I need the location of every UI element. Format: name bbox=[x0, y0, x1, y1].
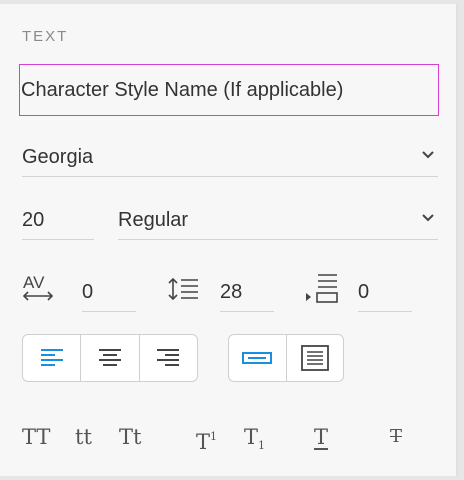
lowercase-button[interactable]: tt bbox=[75, 422, 92, 452]
font-weight-dropdown[interactable]: Regular bbox=[118, 205, 438, 240]
font-family-dropdown[interactable]: Georgia bbox=[22, 142, 438, 177]
text-align-control bbox=[22, 334, 198, 382]
chevron-down-icon bbox=[422, 214, 434, 222]
auto-width-icon bbox=[242, 352, 273, 364]
subscript-base: T bbox=[244, 425, 259, 449]
superscript-mark: 1 bbox=[210, 430, 218, 443]
font-weight-value: Regular bbox=[118, 209, 189, 231]
underline-button[interactable]: T bbox=[314, 422, 328, 452]
svg-text:AV: AV bbox=[23, 274, 45, 292]
text-properties-panel: TEXT Character Style Name (If applicable… bbox=[0, 4, 458, 476]
superscript-base: T bbox=[196, 430, 211, 454]
line-height-field[interactable]: 28 bbox=[220, 274, 274, 312]
superscript-button[interactable]: T1 bbox=[196, 422, 218, 454]
fixed-size-icon bbox=[300, 345, 329, 371]
font-size-value: 20 bbox=[22, 209, 45, 231]
paragraph-spacing-value: 0 bbox=[358, 281, 370, 303]
letter-spacing-icon: AV bbox=[22, 274, 54, 301]
line-height-icon bbox=[168, 277, 198, 301]
align-center-button[interactable] bbox=[81, 335, 140, 381]
titlecase-button[interactable]: Tt bbox=[119, 422, 141, 452]
align-center-icon bbox=[98, 349, 121, 366]
letter-spacing-value: 0 bbox=[82, 281, 94, 303]
subscript-button[interactable]: T1 bbox=[244, 422, 265, 452]
font-family-value: Georgia bbox=[22, 146, 94, 168]
align-right-icon bbox=[157, 349, 180, 366]
line-height-value: 28 bbox=[220, 281, 243, 303]
align-right-button[interactable] bbox=[140, 335, 197, 381]
font-size-field[interactable]: 20 bbox=[22, 205, 94, 240]
align-left-icon bbox=[40, 349, 63, 366]
strikethrough-button[interactable]: T bbox=[390, 422, 402, 452]
paragraph-spacing-icon bbox=[306, 274, 338, 303]
subscript-mark: 1 bbox=[258, 439, 266, 452]
uppercase-button[interactable]: TT bbox=[22, 422, 50, 452]
auto-width-button[interactable] bbox=[229, 335, 287, 381]
align-left-button[interactable] bbox=[23, 335, 82, 381]
chevron-down-icon bbox=[422, 151, 434, 159]
section-title: TEXT bbox=[22, 28, 69, 45]
character-style-name-field[interactable]: Character Style Name (If applicable) bbox=[19, 64, 439, 116]
fixed-size-button[interactable] bbox=[287, 335, 344, 381]
text-box-sizing-control bbox=[228, 334, 344, 382]
letter-spacing-field[interactable]: 0 bbox=[82, 274, 136, 312]
paragraph-spacing-field[interactable]: 0 bbox=[358, 274, 412, 312]
